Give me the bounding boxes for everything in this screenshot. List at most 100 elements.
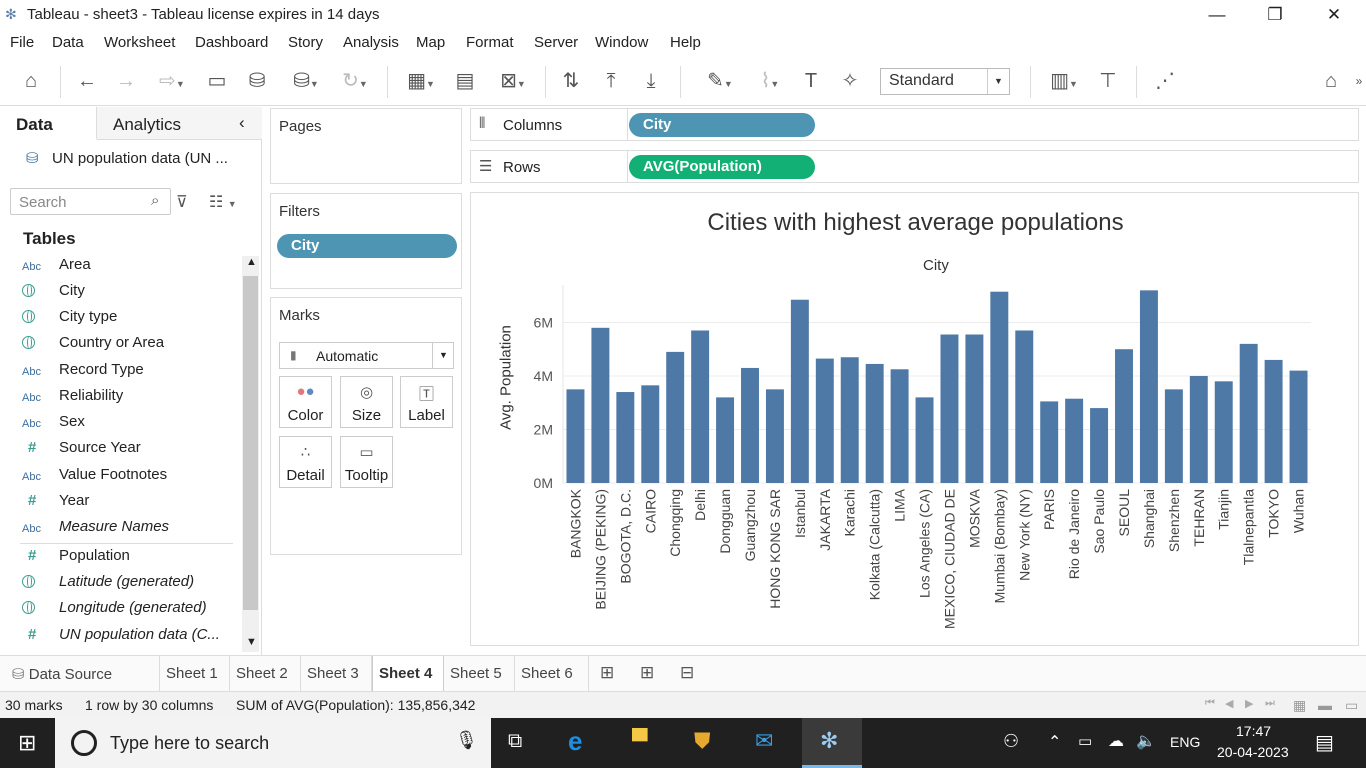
new-dashboard-icon[interactable]: ⊞ bbox=[640, 663, 654, 683]
menu-map[interactable]: Map bbox=[416, 34, 445, 51]
bar-rio-de-janeiro[interactable] bbox=[1065, 398, 1084, 483]
x-tick-label[interactable]: Istanbul bbox=[792, 489, 808, 538]
bar-karachi[interactable] bbox=[840, 357, 859, 483]
bar-sao-paulo[interactable] bbox=[1090, 408, 1109, 483]
battery-icon[interactable]: ▭ bbox=[1078, 732, 1092, 750]
rows-shelf[interactable]: ☰ Rows AVG(Population) bbox=[470, 150, 1359, 183]
share-icon[interactable]: ⋰ bbox=[1152, 68, 1178, 94]
bar-moskva[interactable] bbox=[965, 334, 984, 484]
x-tick-label[interactable]: Los Angeles (CA) bbox=[917, 489, 933, 598]
bar-istanbul[interactable] bbox=[790, 299, 809, 483]
grid-view-icon[interactable]: ▦ bbox=[1293, 697, 1306, 714]
new-sheet-icon[interactable]: ⊞ bbox=[600, 663, 614, 683]
label-button[interactable]: 🅃 Label bbox=[400, 376, 453, 428]
pages-card[interactable]: Pages bbox=[270, 108, 462, 184]
x-tick-label[interactable]: CAIRO bbox=[642, 489, 658, 533]
x-tick-label[interactable]: Rio de Janeiro bbox=[1066, 489, 1082, 579]
nav-next-icon[interactable]: ▶ bbox=[1245, 697, 1253, 710]
x-tick-label[interactable]: BOGOTA, D.C. bbox=[617, 489, 633, 584]
bar-shenzhen[interactable] bbox=[1164, 389, 1183, 483]
bar-cairo[interactable] bbox=[641, 385, 660, 483]
highlight-icon[interactable]: ✎▼ bbox=[698, 68, 742, 94]
store-icon[interactable]: ⛊ bbox=[694, 728, 711, 754]
filter-pill-city[interactable]: City bbox=[277, 234, 457, 258]
bar-new-york-ny[interactable] bbox=[1015, 330, 1034, 483]
bar-kolkata-calcutta[interactable] bbox=[865, 363, 884, 483]
duplicate-icon[interactable]: ▤ bbox=[452, 68, 478, 94]
bar-paris[interactable] bbox=[1040, 401, 1059, 483]
x-tick-label[interactable]: Karachi bbox=[842, 489, 858, 536]
x-tick-label[interactable]: TOKYO bbox=[1266, 489, 1282, 538]
x-tick-label[interactable]: MEXICO, CIUDAD DE bbox=[941, 489, 957, 629]
nav-last-icon[interactable]: ⏭ bbox=[1265, 697, 1275, 710]
clear-sheet-icon[interactable]: ⊠▼ bbox=[490, 68, 536, 94]
x-tick-label[interactable]: Wuhan bbox=[1291, 489, 1307, 533]
windows-start-icon[interactable]: ⊞ bbox=[18, 730, 36, 756]
bar-tokyo[interactable] bbox=[1264, 359, 1283, 483]
filmstrip-view-icon[interactable]: ▬ bbox=[1318, 697, 1332, 713]
bar-beijing-peking[interactable] bbox=[591, 327, 610, 483]
clock-time[interactable]: 17:47 bbox=[1236, 723, 1271, 739]
file-explorer-icon[interactable]: ▀ bbox=[632, 728, 648, 754]
datasource-name[interactable]: UN population data (UN ... bbox=[52, 150, 228, 167]
sort-ascending-icon[interactable]: ⤒ bbox=[598, 68, 624, 94]
bar-delhi[interactable] bbox=[691, 330, 710, 483]
show-me-icon[interactable]: ▥▼ bbox=[1042, 68, 1086, 94]
edge-icon[interactable]: e bbox=[568, 726, 582, 757]
bar-los-angeles-ca[interactable] bbox=[915, 397, 934, 483]
bar-dongguan[interactable] bbox=[716, 397, 735, 483]
menu-dashboard[interactable]: Dashboard bbox=[195, 34, 268, 51]
tableau-taskbar-button[interactable]: ✻ bbox=[802, 718, 862, 768]
x-tick-label[interactable]: New York (NY) bbox=[1016, 489, 1032, 581]
color-button[interactable]: ●● Color bbox=[279, 376, 332, 428]
forward-icon[interactable]: → bbox=[113, 68, 139, 94]
search-input[interactable]: Search ⌕ bbox=[10, 188, 171, 215]
scroll-up-icon[interactable]: ▲ bbox=[246, 256, 257, 268]
x-tick-label[interactable]: Guangzhou bbox=[742, 489, 758, 561]
menu-format[interactable]: Format bbox=[466, 34, 514, 51]
tab-sheet-4[interactable]: Sheet 4 bbox=[372, 656, 444, 692]
notification-icon[interactable]: ▤ bbox=[1315, 730, 1334, 755]
bar-jakarta[interactable] bbox=[815, 358, 834, 483]
bar-seoul[interactable] bbox=[1115, 349, 1133, 483]
scrollbar[interactable]: ▲ ▼ bbox=[242, 256, 259, 652]
new-datasource-icon[interactable]: ⛁ bbox=[244, 68, 270, 94]
minimize-button[interactable]: — bbox=[1188, 2, 1246, 28]
tab-view-icon[interactable]: ▭ bbox=[1345, 697, 1358, 714]
tab-sheet-6[interactable]: Sheet 6 bbox=[515, 656, 589, 692]
bar-bangkok[interactable] bbox=[566, 389, 585, 483]
sort-descending-icon[interactable]: ⤓ bbox=[638, 68, 664, 94]
tab-sheet-1[interactable]: Sheet 1 bbox=[160, 656, 230, 692]
tab-sheet-3[interactable]: Sheet 3 bbox=[301, 656, 372, 692]
bar-tianjin[interactable] bbox=[1214, 381, 1233, 483]
columns-shelf[interactable]: ⫴ Columns City bbox=[470, 108, 1359, 141]
tab-data-source[interactable]: ⛁ Data Source bbox=[0, 656, 160, 692]
x-tick-label[interactable]: Chongqing bbox=[667, 489, 683, 557]
x-tick-label[interactable]: LIMA bbox=[892, 488, 908, 521]
x-tick-label[interactable]: Kolkata (Calcutta) bbox=[867, 489, 883, 600]
menu-server[interactable]: Server bbox=[534, 34, 578, 51]
tab-data[interactable]: Data bbox=[0, 107, 97, 140]
bar-hong-kong-sar[interactable] bbox=[765, 389, 784, 483]
bar-shanghai[interactable] bbox=[1139, 290, 1158, 483]
detail-button[interactable]: ∴ Detail bbox=[279, 436, 332, 488]
datasource-icon[interactable]: ⛁▼ bbox=[284, 68, 328, 94]
x-tick-label[interactable]: Shenzhen bbox=[1166, 489, 1182, 552]
new-worksheet-icon[interactable]: ▦▼ bbox=[398, 68, 444, 94]
x-tick-label[interactable]: Sao Paulo bbox=[1091, 489, 1107, 554]
x-tick-label[interactable]: Mumbai (Bombay) bbox=[991, 489, 1007, 603]
bar-chongqing[interactable] bbox=[666, 351, 685, 483]
tab-sheet-2[interactable]: Sheet 2 bbox=[230, 656, 301, 692]
microphone-icon[interactable]: 🎙 bbox=[455, 730, 478, 751]
x-tick-label[interactable]: JAKARTA bbox=[817, 488, 833, 550]
restore-button[interactable]: ❐ bbox=[1246, 2, 1304, 28]
filters-card[interactable]: Filters City bbox=[270, 193, 462, 289]
task-view-icon[interactable]: ⧉ bbox=[508, 730, 522, 753]
x-tick-label[interactable]: SEOUL bbox=[1116, 489, 1132, 537]
new-story-icon[interactable]: ⊟ bbox=[680, 663, 694, 683]
bar-wuhan[interactable] bbox=[1289, 370, 1308, 483]
collapse-icon[interactable]: ‹ bbox=[239, 113, 245, 133]
pin-icon[interactable]: ✧ bbox=[837, 68, 863, 94]
nav-first-icon[interactable]: ⏮ bbox=[1205, 697, 1215, 710]
menu-analysis[interactable]: Analysis bbox=[343, 34, 399, 51]
